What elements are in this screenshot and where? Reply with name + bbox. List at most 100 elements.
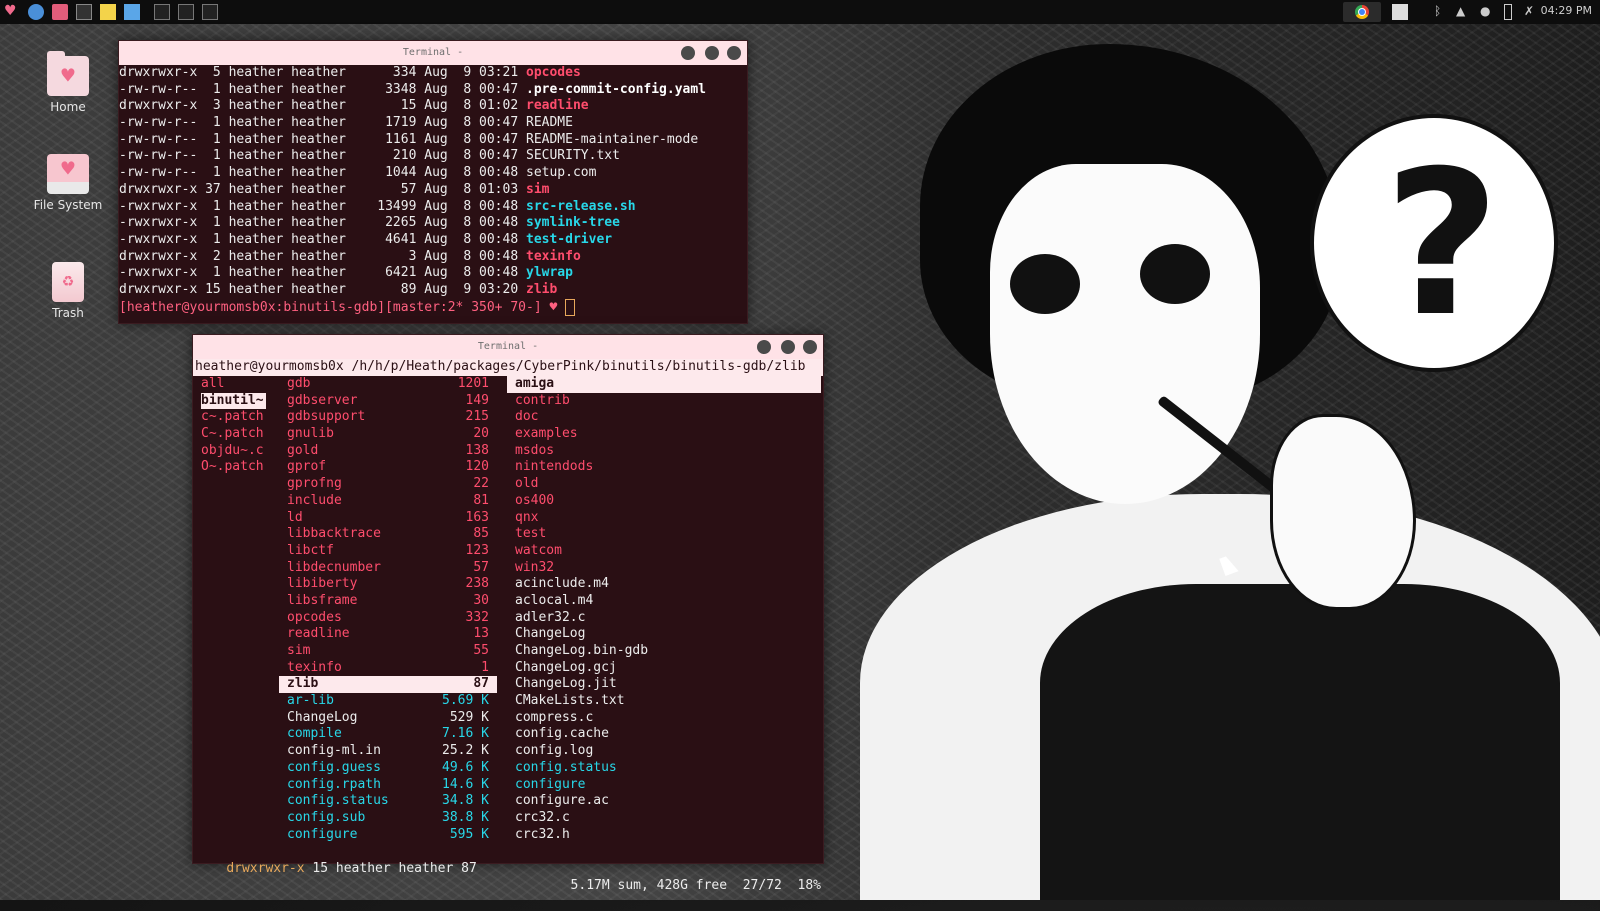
current-entry[interactable]: gdbsupport 215 — [279, 409, 497, 426]
current-entry[interactable]: gold 138 — [279, 443, 497, 460]
current-entry[interactable]: readline 13 — [279, 626, 497, 643]
current-entry[interactable]: libiberty 238 — [279, 576, 497, 593]
current-entry[interactable]: opcodes 332 — [279, 610, 497, 627]
preview-entry[interactable]: old — [515, 476, 538, 493]
preview-entry[interactable]: examples — [515, 426, 578, 443]
volume-muted-icon[interactable]: ✗ — [1524, 4, 1540, 20]
preview-entry[interactable]: configure — [515, 777, 585, 794]
display-settings-launcher-icon[interactable] — [124, 4, 140, 20]
minimize-button[interactable] — [757, 340, 771, 354]
text-editor-launcher-icon[interactable] — [100, 4, 116, 20]
browser-launcher-icon[interactable] — [28, 4, 44, 20]
preview-entry[interactable]: nintendods — [515, 459, 593, 476]
current-entry[interactable]: config-ml.in 25.2 K — [279, 743, 497, 760]
preview-entry[interactable]: amiga — [507, 376, 821, 393]
preview-entry[interactable]: acinclude.m4 — [515, 576, 609, 593]
titlebar[interactable]: Terminal - — [119, 41, 747, 65]
close-button[interactable] — [727, 46, 741, 60]
maximize-button[interactable] — [781, 340, 795, 354]
preview-entry[interactable]: watcom — [515, 543, 562, 560]
battery-icon[interactable] — [1504, 4, 1512, 20]
notifications-bell-icon[interactable]: ● — [1480, 4, 1496, 20]
preview-entry[interactable]: qnx — [515, 510, 538, 527]
current-entry[interactable]: texinfo 1 — [279, 660, 497, 677]
preview-entry[interactable]: config.cache — [515, 726, 609, 743]
close-button[interactable] — [803, 340, 817, 354]
current-entry[interactable]: config.status 34.8 K — [279, 793, 497, 810]
terminal-window-1[interactable]: Terminal - drwxrwxr-x 5 heather heather … — [118, 40, 748, 324]
current-entry[interactable]: compile 7.16 K — [279, 726, 497, 743]
taskbar-terminal-icon-2[interactable] — [178, 4, 194, 20]
desktop-icon-file-system[interactable]: ♥ File System — [28, 154, 108, 212]
parent-entry[interactable]: C~.patch — [201, 426, 264, 443]
ls-line: -rwxrwxr-x 1 heather heather 4641 Aug 8 … — [119, 232, 747, 249]
preview-entry[interactable]: crc32.c — [515, 810, 570, 827]
preview-entry[interactable]: ChangeLog.bin-gdb — [515, 643, 648, 660]
preview-entry[interactable]: CMakeLists.txt — [515, 693, 625, 710]
terminal-window-2[interactable]: Terminal - heather@yourmomsb0x /h/h/p/He… — [192, 334, 824, 893]
panel-clock[interactable]: 04:29 PM — [1541, 4, 1592, 17]
current-entry[interactable]: config.sub 38.8 K — [279, 810, 497, 827]
preview-entry[interactable]: doc — [515, 409, 538, 426]
preview-entry[interactable]: aclocal.m4 — [515, 593, 593, 610]
current-entry[interactable]: gnulib 20 — [279, 426, 497, 443]
preview-entry[interactable]: configure.ac — [515, 793, 609, 810]
titlebar[interactable]: Terminal - — [193, 335, 823, 359]
current-entry[interactable]: libctf 123 — [279, 543, 497, 560]
parent-entry[interactable]: binutil~ — [201, 392, 266, 410]
current-entry[interactable]: sim 55 — [279, 643, 497, 660]
parent-entry[interactable]: objdu~.c — [201, 443, 264, 460]
current-entry[interactable]: ar-lib 5.69 K — [279, 693, 497, 710]
current-entry[interactable]: configure 595 K — [279, 827, 497, 844]
current-entry[interactable]: ChangeLog 529 K — [279, 710, 497, 727]
preview-entry[interactable]: ChangeLog — [515, 626, 585, 643]
current-entry[interactable]: gdbserver 149 — [279, 393, 497, 410]
current-entry[interactable]: config.guess 49.6 K — [279, 760, 497, 777]
window-switcher-icon[interactable] — [1392, 4, 1408, 20]
preview-entry[interactable]: contrib — [515, 393, 570, 410]
current-entry[interactable]: libdecnumber 57 — [279, 560, 497, 577]
current-entry[interactable]: zlib 87 — [279, 676, 497, 694]
bluetooth-icon[interactable]: ᛒ — [1434, 4, 1450, 20]
entry-size: 138 — [465, 442, 489, 458]
maximize-button[interactable] — [705, 46, 719, 60]
current-entry[interactable]: gdb 1201 — [279, 376, 497, 393]
current-entry[interactable]: ld 163 — [279, 510, 497, 527]
preview-entry[interactable]: config.log — [515, 743, 593, 760]
chrome-taskbar-button[interactable] — [1343, 2, 1381, 22]
minimize-button[interactable] — [681, 46, 695, 60]
preview-entry[interactable]: compress.c — [515, 710, 593, 727]
preview-entry[interactable]: msdos — [515, 443, 554, 460]
parent-entry[interactable]: c~.patch — [201, 409, 264, 426]
terminal-launcher-icon[interactable] — [76, 4, 92, 20]
current-entry[interactable]: libsframe 30 — [279, 593, 497, 610]
current-entry[interactable]: config.rpath 14.6 K — [279, 777, 497, 794]
heart-menu-icon[interactable]: ♥ — [4, 3, 20, 19]
preview-entry[interactable]: os400 — [515, 493, 554, 510]
preview-entry[interactable]: ChangeLog.jit — [515, 676, 617, 693]
ls-line: -rwxrwxr-x 1 heather heather 2265 Aug 8 … — [119, 215, 747, 232]
parent-entry[interactable]: all — [201, 376, 224, 393]
shell-prompt-line[interactable]: [heather@yourmomsb0x:binutils-gdb][maste… — [119, 298, 747, 316]
wifi-icon[interactable]: ▲ — [1456, 4, 1472, 20]
desktop-icon-trash[interactable]: ♻ Trash — [28, 262, 108, 320]
terminal-output[interactable]: drwxrwxr-x 5 heather heather 334 Aug 9 0… — [119, 65, 747, 299]
preview-entry[interactable]: crc32.h — [515, 827, 570, 844]
desktop-icon-home[interactable]: ♥ Home — [28, 51, 108, 114]
ls-filename: symlink-tree — [526, 215, 620, 231]
current-entry[interactable]: gprofng 22 — [279, 476, 497, 493]
preview-entry[interactable]: adler32.c — [515, 610, 585, 627]
current-entry[interactable]: libbacktrace 85 — [279, 526, 497, 543]
current-entry[interactable]: gprof 120 — [279, 459, 497, 476]
preview-entry[interactable]: win32 — [515, 560, 554, 577]
preview-entry[interactable]: config.status — [515, 760, 617, 777]
file-manager-columns[interactable]: all gdb 1201 amiga binutil~ gdbserver 149 contr… — [193, 376, 823, 843]
entry-name: libdecnumber — [287, 559, 381, 575]
taskbar-terminal-icon-3[interactable] — [202, 4, 218, 20]
parent-entry[interactable]: O~.patch — [201, 459, 264, 476]
preview-entry[interactable]: test — [515, 526, 546, 543]
taskbar-terminal-icon-1[interactable] — [154, 4, 170, 20]
file-manager-launcher-icon[interactable] — [52, 4, 68, 20]
current-entry[interactable]: include 81 — [279, 493, 497, 510]
preview-entry[interactable]: ChangeLog.gcj — [515, 660, 617, 677]
